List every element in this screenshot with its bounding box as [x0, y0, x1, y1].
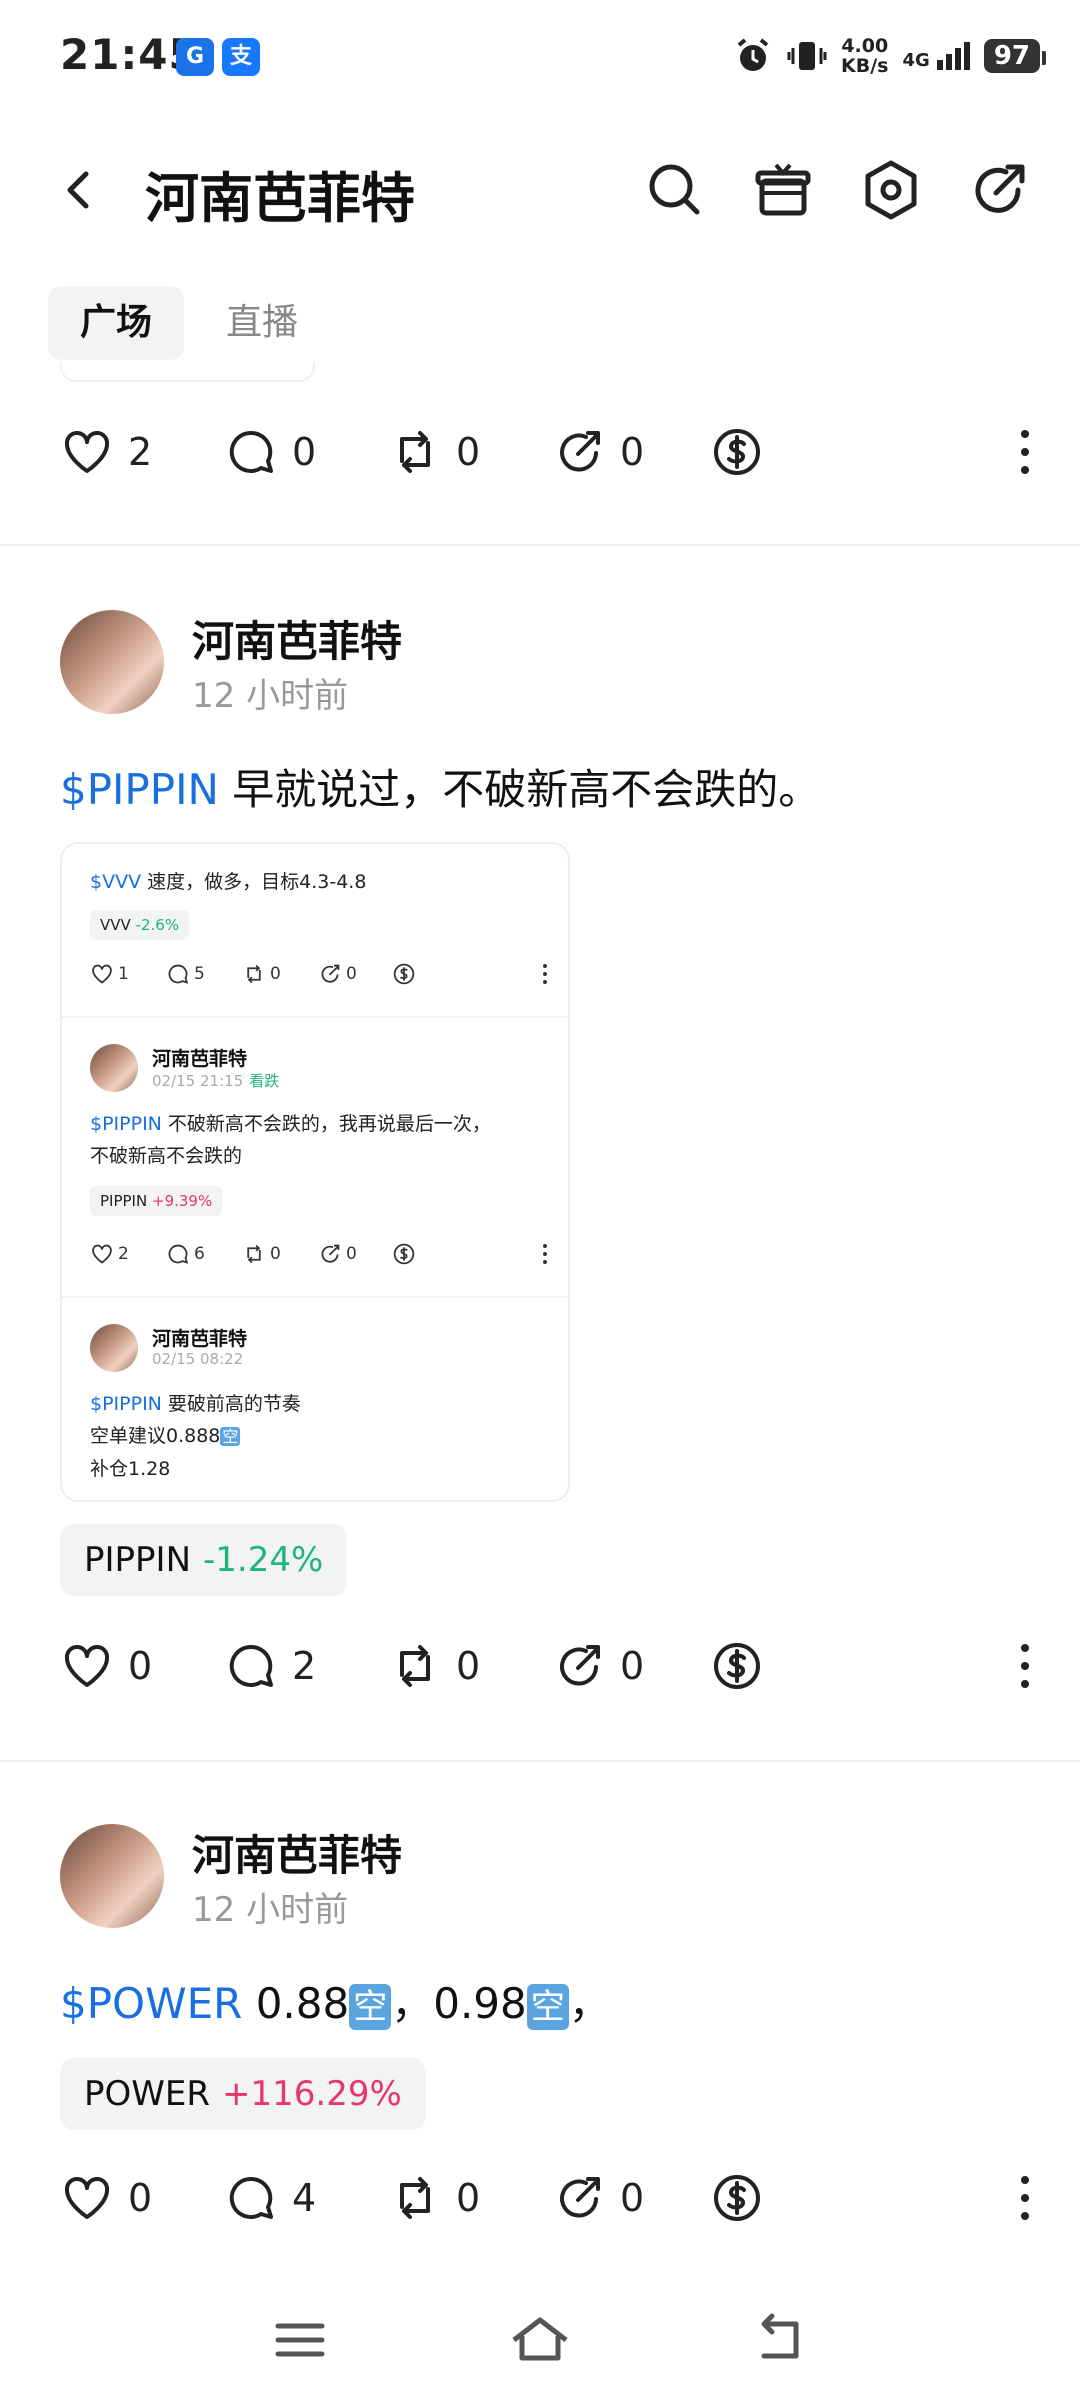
embed-share: 0 [318, 1242, 357, 1266]
search-icon[interactable] [642, 157, 708, 223]
embed-time: 02/15 08:22 [152, 1350, 244, 1368]
repost-icon [400, 2177, 430, 2219]
embed-ticker-chip: VVV -2.6% [90, 910, 190, 940]
clipped-card-edge [60, 362, 315, 382]
page-title: 河南芭菲特 [145, 167, 415, 230]
back-icon[interactable] [50, 160, 110, 220]
post-image[interactable]: $VVV 速度，做多，目标4.3-4.8 VVV -2.6% 1 5 0 0 河… [60, 842, 570, 1502]
share-icon[interactable] [966, 157, 1032, 223]
post-author[interactable]: 河南芭菲特 [192, 1822, 402, 1883]
top-app-bar: 河南芭菲特 [0, 130, 1080, 250]
dollar-icon [714, 2175, 760, 2221]
comment-icon [229, 430, 273, 473]
heart-icon [64, 2177, 110, 2219]
network-speed: 4.00 KB/s [841, 35, 889, 77]
share-icon [560, 1645, 600, 1686]
share-button[interactable]: 0 [552, 1636, 644, 1696]
ticker-chip[interactable]: PIPPIN -1.24% [60, 1524, 348, 1596]
alipay-notification-icon: 支 [222, 38, 260, 76]
comment-button[interactable]: 4 [224, 2168, 316, 2228]
embed-comment: 6 [166, 1242, 205, 1266]
system-nav-bar [0, 2280, 1080, 2400]
comment-button[interactable]: 2 [224, 1636, 316, 1696]
embed-author: 河南芭菲特 [152, 1048, 248, 1070]
embed-comment: 5 [166, 962, 205, 986]
gift-icon[interactable] [750, 157, 816, 223]
post-time: 12 小时前 [192, 676, 349, 716]
share-button[interactable]: 0 [552, 422, 644, 482]
comment-button[interactable]: 0 [224, 422, 316, 482]
embed-more-icon [543, 1244, 547, 1264]
embed-avatar [90, 1044, 138, 1092]
embed-repost: 0 [242, 1242, 281, 1266]
heart-icon [64, 431, 110, 473]
embed-share: 0 [318, 962, 357, 986]
embed-tip [392, 962, 416, 986]
signal-icon: 4G [903, 42, 970, 70]
embed-divider [62, 1016, 568, 1018]
embed-divider [62, 1296, 568, 1298]
avatar[interactable] [60, 1824, 164, 1928]
post-actions-prev: 2 0 0 0 [0, 412, 1080, 492]
embed-text: $PIPPIN 不破新高不会跌的，我再说最后一次， 不破新高不会跌的 [90, 1113, 491, 1167]
post-text: $PIPPIN 早就说过，不破新高不会跌的。 [60, 765, 821, 814]
ticker-chip[interactable]: POWER +116.29% [60, 2058, 426, 2130]
embed-ticker-chip: PIPPIN +9.39% [90, 1186, 223, 1216]
cashtag-link[interactable]: $PIPPIN [60, 765, 219, 814]
dollar-icon [714, 1643, 760, 1689]
post-actions: 0 2 0 0 [0, 1626, 1080, 1706]
tip-button[interactable] [710, 2168, 764, 2228]
post-text: $POWER 0.88 空，0.98 空， [60, 1979, 611, 2030]
more-icon[interactable] [1010, 1636, 1040, 1696]
more-icon[interactable] [1010, 422, 1040, 482]
avatar[interactable] [60, 610, 164, 714]
heart-icon [64, 1645, 110, 1687]
share-button[interactable]: 0 [552, 2168, 644, 2228]
home-icon[interactable] [510, 2310, 570, 2370]
post-actions: 0 4 0 0 [0, 2158, 1080, 2238]
settings-icon[interactable] [858, 157, 924, 223]
repost-button[interactable]: 0 [388, 422, 480, 482]
like-button[interactable]: 0 [60, 1636, 152, 1696]
embed-text: $PIPPIN 要破前高的节奏 空单建议0.888 空补仓1.28 [90, 1393, 301, 1480]
battery-indicator: 97 [983, 39, 1047, 73]
like-button[interactable]: 2 [60, 422, 152, 482]
embed-time: 02/15 21:15 看跌 [152, 1072, 280, 1090]
embed-like: 2 [90, 1242, 129, 1266]
dollar-icon [714, 429, 760, 475]
embed-text: $VVV 速度，做多，目标4.3-4.8 [90, 871, 367, 893]
menu-icon[interactable] [270, 2310, 330, 2370]
tab-live[interactable]: 直播 [194, 286, 330, 360]
share-icon [560, 2177, 600, 2218]
cashtag-link[interactable]: $POWER [60, 1979, 242, 2028]
repost-icon [400, 1645, 430, 1687]
post-time: 12 小时前 [192, 1890, 349, 1930]
post-author[interactable]: 河南芭菲特 [192, 608, 402, 669]
alarm-icon [737, 38, 769, 71]
like-button[interactable]: 0 [60, 2168, 152, 2228]
embed-like: 1 [90, 962, 129, 986]
tab-bar: 广场 直播 [48, 286, 330, 360]
post-divider [0, 1760, 1080, 1762]
app-notification-icon: G [176, 38, 214, 76]
embed-more-icon [543, 964, 547, 984]
repost-icon [400, 431, 430, 473]
share-icon [560, 431, 600, 472]
vibrate-icon [787, 42, 827, 70]
embed-author: 河南芭菲特 [152, 1328, 248, 1350]
repost-button[interactable]: 0 [388, 1636, 480, 1696]
tab-square[interactable]: 广场 [48, 286, 185, 360]
back-nav-icon[interactable] [750, 2310, 810, 2370]
embed-repost: 0 [242, 962, 281, 986]
repost-button[interactable]: 0 [388, 2168, 480, 2228]
embed-tip [392, 1242, 416, 1266]
comment-icon [229, 2176, 273, 2219]
more-icon[interactable] [1010, 2168, 1040, 2228]
post-divider [0, 544, 1080, 546]
tip-button[interactable] [710, 1636, 764, 1696]
status-bar: 21:45 G 支 4.00 KB/s 4G 97 [0, 0, 1080, 112]
embed-avatar [90, 1324, 138, 1372]
tip-button[interactable] [710, 422, 764, 482]
comment-icon [229, 1644, 273, 1687]
